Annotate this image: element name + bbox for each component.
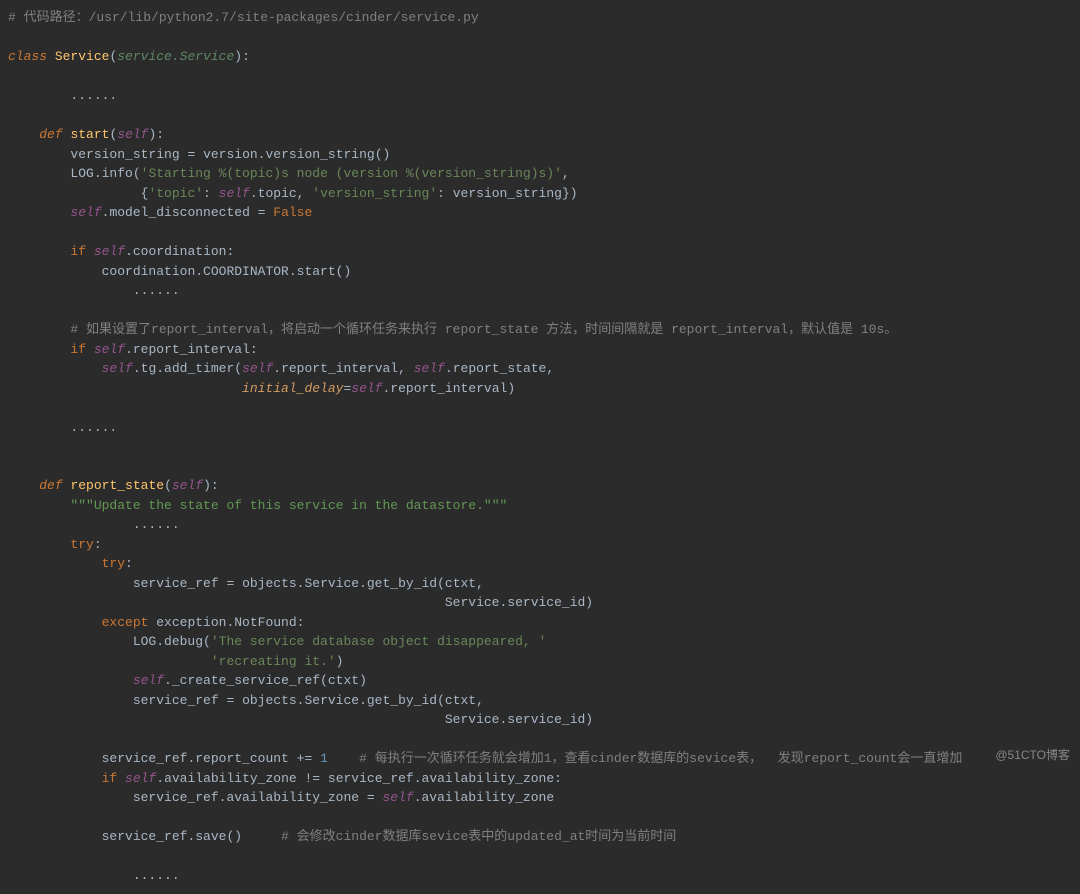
string: 'The service database object disappeared… — [211, 634, 546, 649]
kwarg: initial_delay — [242, 381, 343, 396]
ellipsis: ...... — [133, 517, 180, 532]
self: self — [117, 127, 148, 142]
comment-line: # 如果设置了report_interval，将启动一个循环任务来执行 repo… — [70, 322, 897, 337]
base-class: service.Service — [117, 49, 234, 64]
func-report-state: report_state — [70, 478, 164, 493]
docstring: """Update the state of this service in t… — [70, 498, 507, 513]
var: version_string — [70, 147, 179, 162]
kw-class: class — [8, 49, 47, 64]
ellipsis: ...... — [133, 868, 180, 883]
kw-if: if — [70, 342, 86, 357]
class-name: Service — [55, 49, 110, 64]
string: 'Starting %(topic)s node (version %(vers… — [141, 166, 562, 181]
kw-if: if — [70, 244, 86, 259]
code-block: # 代码路径：/usr/lib/python2.7/site-packages/… — [0, 0, 1080, 894]
kw-def: def — [39, 127, 62, 142]
string: 'recreating it.' — [211, 654, 336, 669]
ellipsis: ...... — [70, 420, 117, 435]
ellipsis: ...... — [70, 88, 117, 103]
comment-line: # 代码路径：/usr/lib/python2.7/site-packages/… — [8, 10, 479, 25]
kw-if: if — [102, 771, 118, 786]
comment-line: # 会修改cinder数据库sevice表中的updated_at时间为当前时间 — [242, 829, 676, 844]
func-start: start — [70, 127, 109, 142]
kw-def: def — [39, 478, 62, 493]
kw-try: try — [102, 556, 125, 571]
watermark: @51CTO博客 — [995, 746, 1070, 764]
kw-try: try — [70, 537, 93, 552]
comment-line: # 每执行一次循环任务就会增加1，查看cinder数据库的sevice表， 发现… — [328, 751, 962, 766]
ellipsis: ...... — [133, 283, 180, 298]
number: 1 — [320, 751, 328, 766]
kw-except: except — [102, 615, 149, 630]
kw-false: False — [273, 205, 312, 220]
